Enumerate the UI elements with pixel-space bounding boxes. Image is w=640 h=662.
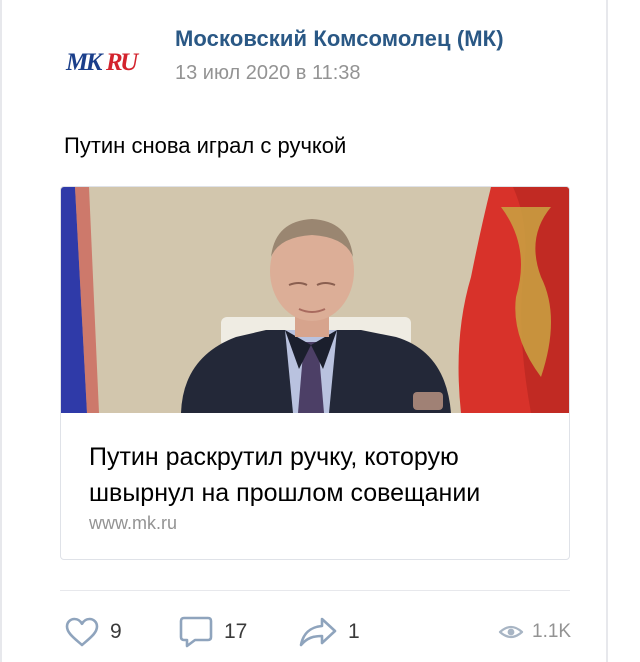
actions-divider bbox=[60, 590, 570, 591]
like-count: 9 bbox=[110, 620, 122, 643]
speech-bubble-icon bbox=[178, 615, 214, 649]
link-snippet[interactable]: Путин раскрутил ручку, которую швырнул н… bbox=[60, 186, 570, 560]
share-count: 1 bbox=[348, 620, 360, 643]
share-arrow-icon bbox=[298, 616, 338, 648]
views-counter: 1.1K bbox=[498, 614, 571, 650]
heart-outline-icon bbox=[64, 616, 100, 648]
post-author-link[interactable]: Московский Комсомолец (МК) bbox=[175, 26, 504, 52]
like-button[interactable]: 9 bbox=[64, 614, 122, 650]
comment-count: 17 bbox=[224, 620, 248, 643]
snippet-title[interactable]: Путин раскрутил ручку, которую швырнул н… bbox=[89, 439, 549, 511]
community-avatar[interactable]: MK RU bbox=[64, 40, 148, 80]
post-text: Путин снова играл с ручкой bbox=[64, 133, 347, 158]
views-count: 1.1K bbox=[532, 621, 572, 642]
eye-icon bbox=[498, 622, 524, 642]
snippet-domain: www.mk.ru bbox=[89, 513, 178, 533]
svg-text:RU: RU bbox=[105, 49, 140, 76]
svg-text:MK: MK bbox=[65, 49, 105, 76]
post-date-link[interactable]: 13 июл 2020 в 11:38 bbox=[175, 62, 361, 85]
wall-post: MK RU Московский Комсомолец (МК) 13 июл … bbox=[2, 0, 606, 662]
comment-button[interactable]: 17 bbox=[178, 614, 247, 650]
share-button[interactable]: 1 bbox=[298, 614, 360, 650]
snippet-image[interactable] bbox=[61, 187, 570, 413]
feed-right-border bbox=[606, 0, 608, 662]
